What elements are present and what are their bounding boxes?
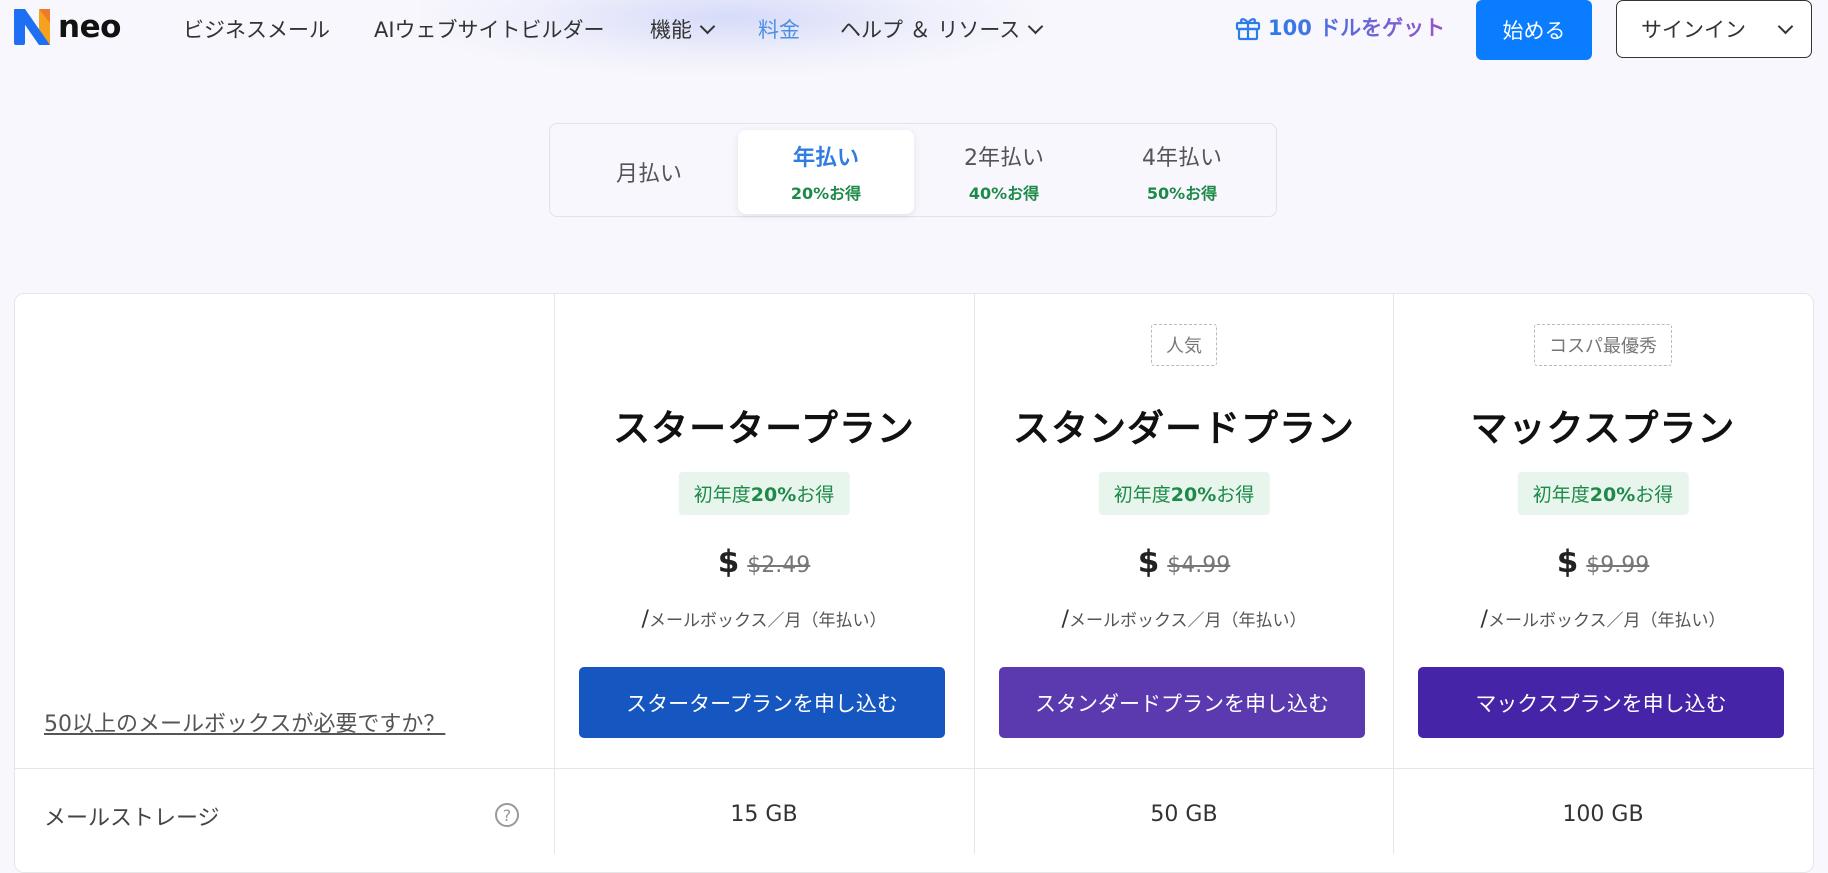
get-100-dollars-link[interactable]: 100 ドルをゲット [1234,12,1445,42]
currency-symbol: $ [1137,544,1160,580]
plan-card-standard: 人気 スタンダードプラン 初年度20%お得 $ $4.99 /メールボックス／月（… [975,294,1393,768]
popular-badge: 人気 [1151,324,1217,366]
chevron-down-icon [1028,18,1044,34]
nav-label: 機能 [650,18,692,42]
promo-percent: 20% [1170,484,1217,506]
subscribe-standard-button[interactable]: スタンダードプランを申し込む [999,667,1365,738]
price-slash: / [1061,607,1069,632]
neo-logo-icon [14,9,50,45]
promo-suffix: お得 [1216,484,1255,506]
price-period-text: メールボックス／月（年払い） [1068,611,1307,631]
price-slash: / [1480,607,1488,632]
price-period: /メールボックス／月（年払い） [1394,606,1812,632]
logo[interactable]: neo [14,9,121,45]
original-price: $4.99 [1167,553,1231,578]
plan-name: スタンダードプラン [1013,407,1355,450]
promo-prefix: 初年度 [1113,484,1171,506]
nav-label: 料金 [758,18,800,42]
original-price: $9.99 [1586,553,1650,578]
subscribe-starter-button[interactable]: スタータープランを申し込む [579,667,945,738]
nav-features[interactable]: 機能 [650,14,716,44]
promo-percent: 20% [750,484,797,506]
price-period: /メールボックス／月（年払い） [555,606,973,632]
billing-option-label: 年払い [792,146,859,171]
row-divider [15,768,1813,769]
promo-badge: 初年度20%お得 [1098,472,1270,515]
billing-option-4-year[interactable]: 4年払い 50%お得 [1094,130,1270,214]
billing-option-savings: 20%お得 [790,184,862,203]
billing-option-label: 月払い [615,162,682,187]
nav-help-resources[interactable]: ヘルプ ＆ リソース [840,14,1044,44]
need-more-mailboxes-link[interactable]: 50以上のメールボックスが必要ですか？ [44,706,445,738]
promo-badge: 初年度20%お得 [1517,472,1689,515]
price-period-text: メールボックス／月（年払い） [648,611,887,631]
billing-option-savings: 50%お得 [1146,184,1218,203]
storage-value-max: 100 GB [1562,802,1644,827]
nav-pricing[interactable]: 料金 [758,14,800,44]
price-slash: / [641,607,649,632]
promo-prefix: 初年度 [1532,484,1590,506]
billing-option-monthly[interactable]: 月払い [561,130,737,214]
nav-label: AIウェブサイトビルダー [374,18,605,42]
gift-icon [1235,18,1261,41]
signin-label: サインイン [1641,18,1746,42]
promo-percent: 20% [1589,484,1636,506]
price: $ $2.49 [555,544,973,580]
plan-name: マックスプラン [1470,407,1736,450]
logo-text: neo [58,8,121,45]
storage-value-starter: 15 GB [730,802,798,827]
price-period-text: メールボックス／月（年払い） [1487,611,1726,631]
storage-value-standard: 50 GB [1150,802,1218,827]
chevron-down-icon [699,18,716,34]
promo-suffix: お得 [1635,484,1674,506]
billing-option-label: 4年払い [1142,146,1222,171]
promo-label: 100 ドルをゲット [1268,12,1445,42]
billing-period-toggle: 月払い 年払い 20%お得 2年払い 40%お得 4年払い 50%お得 [549,123,1277,217]
nav-label: ビジネスメール [183,18,330,42]
promo-suffix: お得 [796,484,835,506]
start-button[interactable]: 始める [1476,0,1592,60]
price: $ $9.99 [1394,544,1812,580]
help-circle-icon[interactable]: ? [495,803,519,827]
plan-name: スタータープラン [613,407,915,450]
billing-option-label: 2年払い [964,146,1044,171]
currency-symbol: $ [717,544,740,580]
plan-card-max: コスパ最優秀 マックスプラン 初年度20%お得 $ $9.99 /メールボックス／… [1394,294,1812,768]
currency-symbol: $ [1556,544,1579,580]
feature-label-storage: メールストレージ [44,806,220,831]
plan-card-starter: スタータープラン 初年度20%お得 $ $2.49 /メールボックス／月（年払い）… [555,294,973,768]
nav-label: ヘルプ ＆ リソース [840,18,1021,42]
promo-badge: 初年度20%お得 [678,472,850,515]
billing-option-annual[interactable]: 年払い 20%お得 [738,130,914,214]
original-price: $2.49 [747,553,811,578]
chevron-down-icon [1777,18,1794,34]
promo-prefix: 初年度 [693,484,751,506]
nav-ai-website-builder[interactable]: AIウェブサイトビルダー [374,14,605,44]
price: $ $4.99 [975,544,1393,580]
best-value-badge: コスパ最優秀 [1534,324,1672,366]
nav-business-email[interactable]: ビジネスメール [183,14,330,44]
billing-option-2-year[interactable]: 2年払い 40%お得 [916,130,1092,214]
signin-dropdown[interactable]: サインイン [1616,0,1812,58]
subscribe-max-button[interactable]: マックスプランを申し込む [1418,667,1784,738]
price-period: /メールボックス／月（年払い） [975,606,1393,632]
billing-option-savings: 40%お得 [968,184,1040,203]
